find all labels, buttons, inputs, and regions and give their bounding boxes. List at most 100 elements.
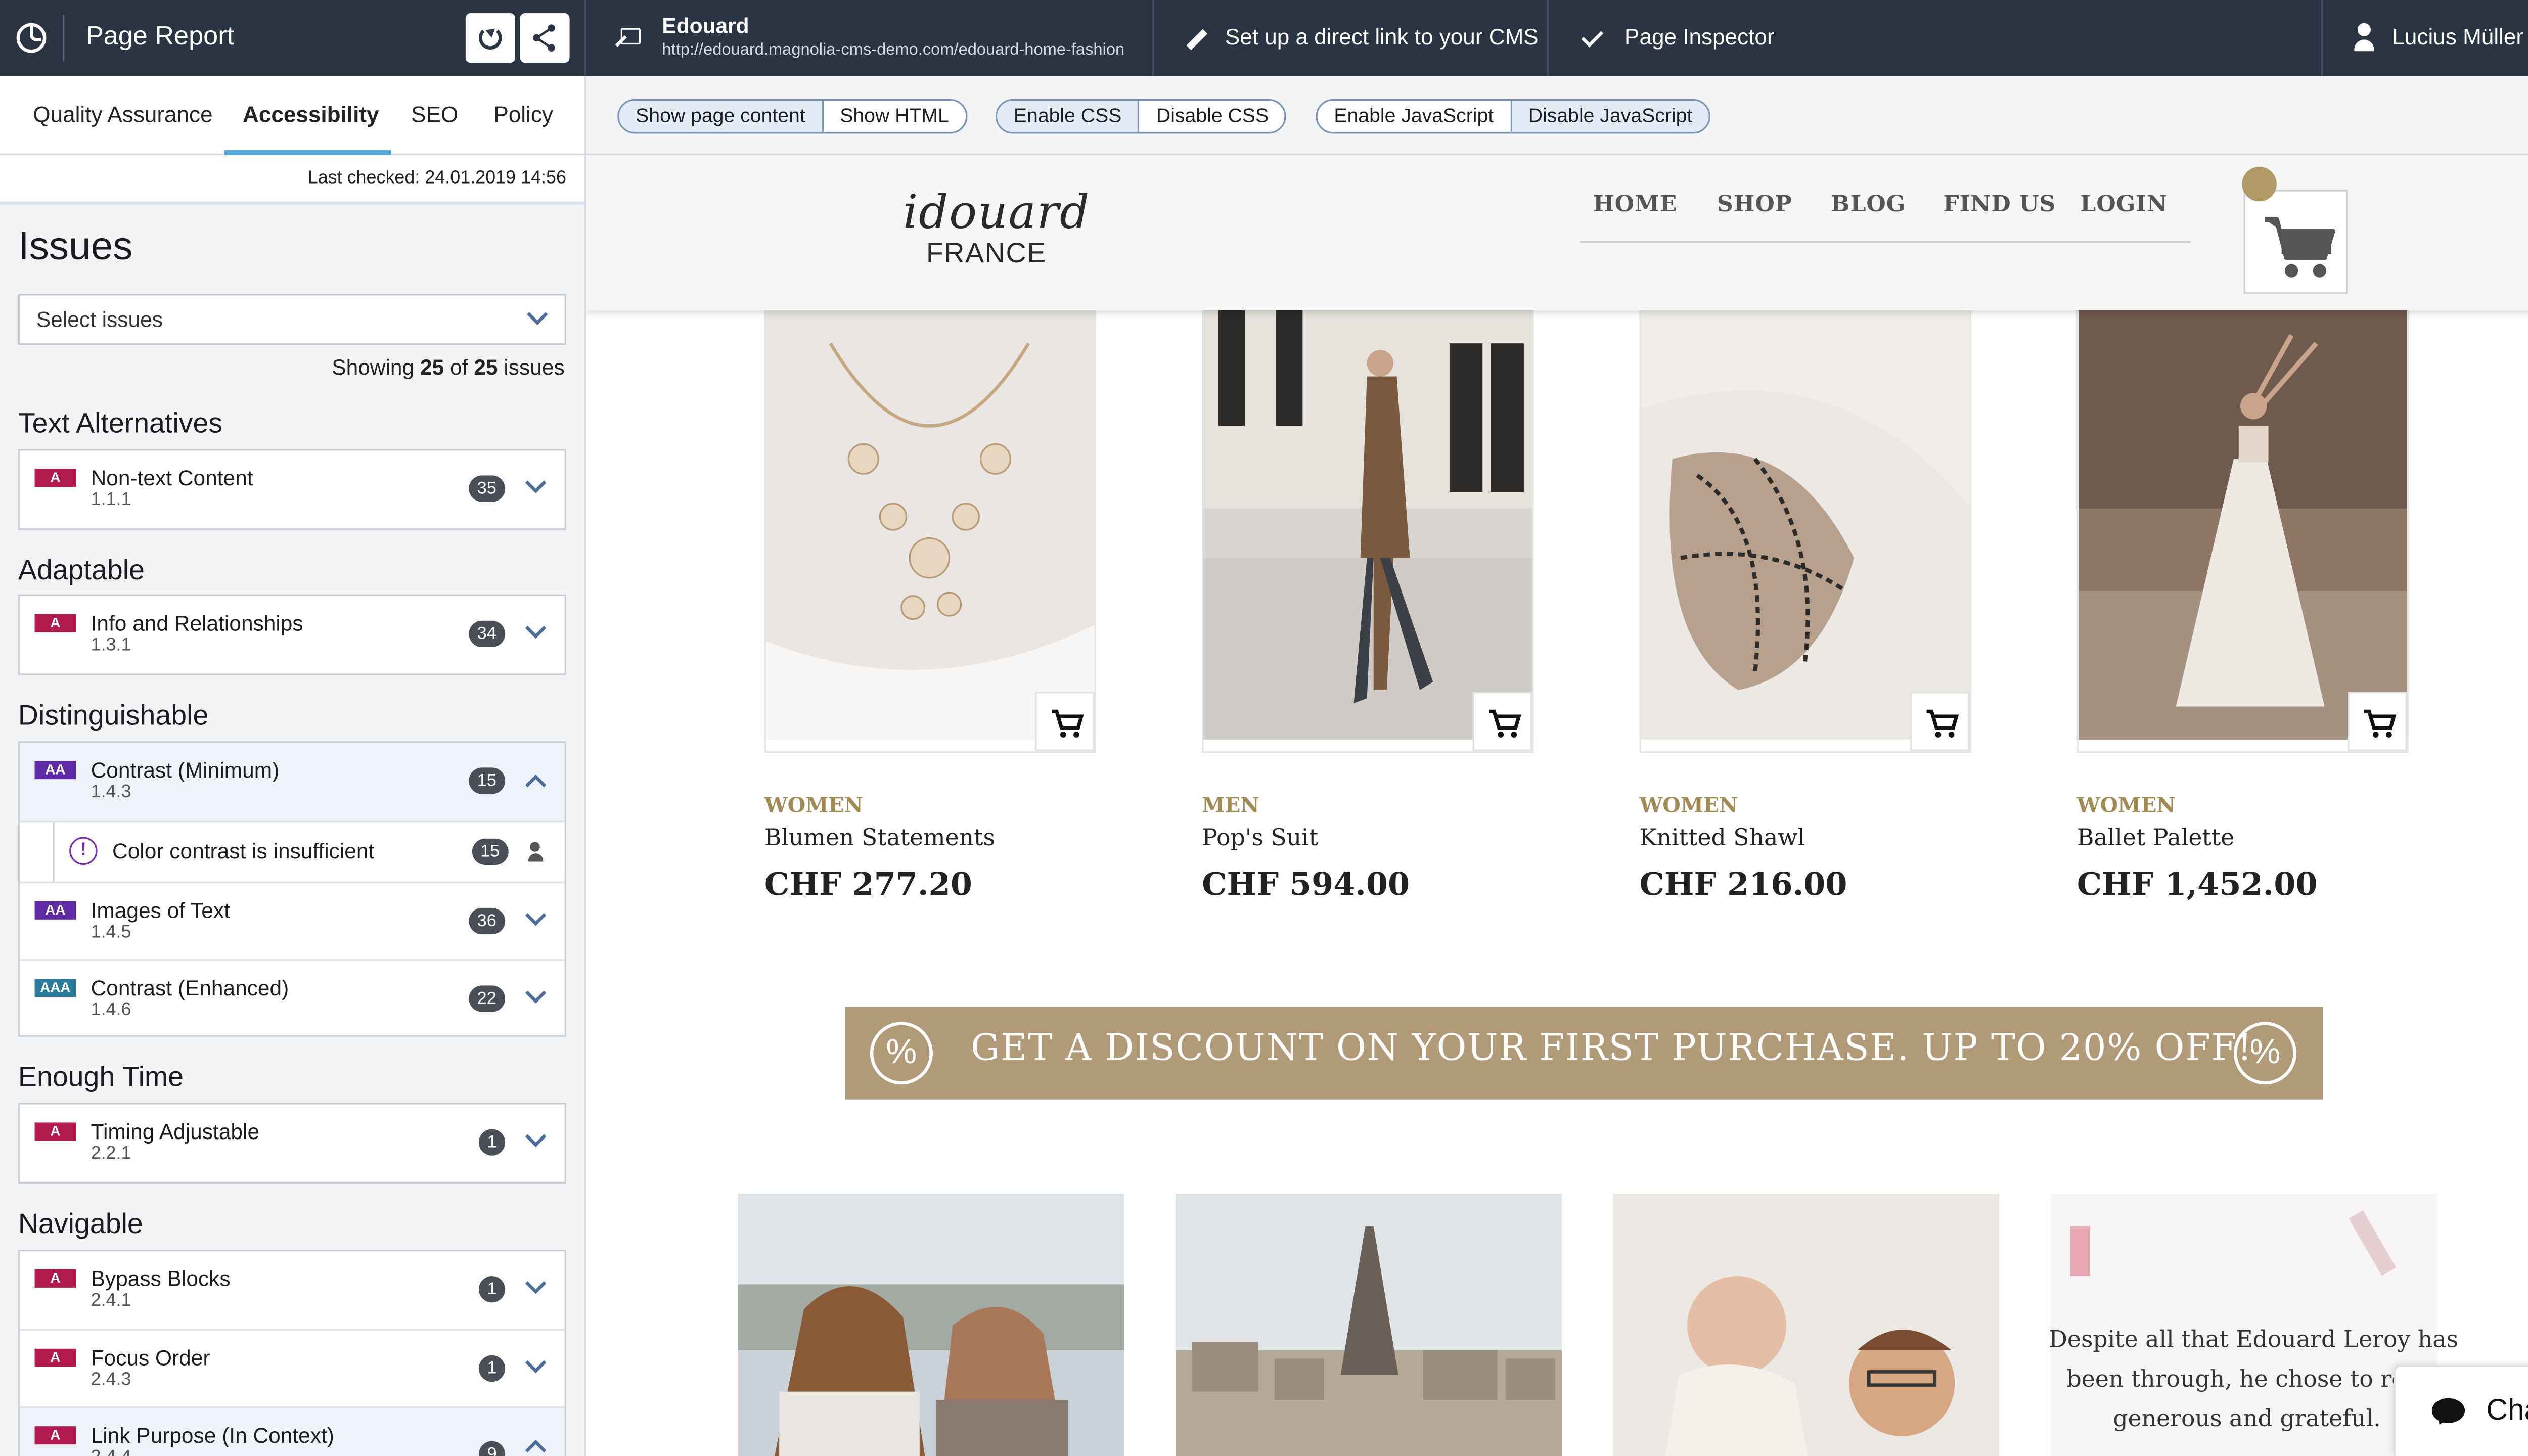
issue-row[interactable]: A Timing Adjustable 2.2.1 1 — [20, 1104, 565, 1181]
issue-row[interactable]: A Non-text Content 1.1.1 35 — [20, 450, 565, 528]
nav-blog[interactable]: BLOG — [1831, 192, 1906, 218]
level-badge: A — [34, 614, 76, 632]
level-badge: A — [34, 1122, 76, 1141]
share-button[interactable] — [520, 13, 570, 63]
chat-button[interactable]: Chat — [2394, 1365, 2528, 1456]
issue-card: AA Contrast (Minimum) 1.4.3 15 ! Color c… — [18, 741, 566, 1037]
app-logo-icon[interactable] — [16, 23, 47, 53]
issue-code: 1.4.6 — [91, 1000, 131, 1020]
chevron-down-icon[interactable] — [525, 1272, 547, 1294]
product-name[interactable]: Ballet Palette — [2077, 826, 2234, 852]
page-inspector-button[interactable]: Page Inspector — [1578, 0, 1810, 76]
issue-detail-row[interactable]: ! Color contrast is insufficient 15 — [20, 820, 565, 882]
story-image-paris[interactable] — [1175, 1193, 1562, 1456]
issue-title: Link Purpose (In Context) — [91, 1423, 334, 1448]
disable-css-button[interactable]: Disable CSS — [1138, 101, 1285, 132]
chevron-down-icon[interactable] — [525, 617, 547, 639]
percent-icon: % — [2233, 1022, 2297, 1085]
product-name[interactable]: Knitted Shawl — [1639, 826, 1805, 852]
count-badge: 22 — [469, 985, 505, 1012]
cart-icon — [1926, 709, 1959, 738]
issue-code: 2.4.3 — [91, 1370, 131, 1390]
tab-quality-assurance[interactable]: Quality Assurance — [33, 76, 212, 155]
product-name[interactable]: Blumen Statements — [764, 826, 995, 852]
issues-heading: Issues — [18, 224, 133, 269]
issue-code: 2.4.1 — [91, 1291, 131, 1311]
product-name[interactable]: Pop's Suit — [1202, 826, 1318, 852]
count-badge: 1 — [478, 1355, 506, 1382]
tab-policy[interactable]: Policy — [493, 76, 553, 155]
add-to-cart-button[interactable] — [1472, 692, 1532, 751]
add-to-cart-button[interactable] — [2348, 692, 2407, 751]
chevron-up-icon[interactable] — [525, 1439, 547, 1456]
nav-shop[interactable]: SHOP — [1717, 192, 1792, 218]
story-teaser: Despite all that Edouard Leroy has been … — [2049, 1321, 2458, 1439]
nav-underline — [1579, 241, 2191, 243]
brand-logo-subtitle[interactable]: FRANCE — [926, 238, 1047, 270]
nav-find-us[interactable]: FIND US — [1943, 192, 2056, 218]
assign-user-icon[interactable] — [528, 842, 548, 862]
issue-row[interactable]: AAA Contrast (Enhanced) 1.4.6 22 — [20, 959, 565, 1036]
tab-seo[interactable]: SEO — [411, 76, 458, 155]
issue-title: Timing Adjustable — [91, 1119, 260, 1144]
chevron-down-icon[interactable] — [525, 904, 547, 926]
level-badge: A — [34, 469, 76, 487]
product-category[interactable]: WOMEN — [764, 792, 863, 817]
nav-home[interactable]: HOME — [1593, 192, 1677, 218]
cms-link-button[interactable]: Set up a direct link to your CMS — [1182, 0, 1549, 76]
discount-banner[interactable]: % GET A DISCOUNT ON YOUR FIRST PURCHASE.… — [845, 1007, 2323, 1100]
page-preview: WOMEN Blumen Statements CHF 277.20 MEN P… — [586, 155, 2528, 1456]
story-image-family[interactable] — [1613, 1193, 2000, 1456]
report-panel: Quality Assurance Accessibility SEO Poli… — [0, 76, 586, 1456]
chevron-down-icon[interactable] — [525, 1352, 547, 1374]
show-page-content-button[interactable]: Show page content — [619, 101, 822, 132]
tab-accessibility[interactable]: Accessibility — [243, 76, 379, 155]
site-selector[interactable]: Edouard http://edouard.magnolia-cms-demo… — [586, 0, 1154, 76]
nav-login[interactable]: LOGIN — [2080, 192, 2168, 218]
brand-logo-script[interactable]: idouard — [903, 185, 1090, 240]
issue-row[interactable]: A Info and Relationships 1.3.1 34 — [20, 596, 565, 673]
shopping-cart-icon — [2265, 217, 2335, 278]
chevron-down-icon[interactable] — [525, 472, 547, 493]
site-header: idouard FRANCE HOME SHOP BLOG FIND US LO… — [586, 155, 2528, 310]
enable-javascript-button[interactable]: Enable JavaScript — [1318, 101, 1510, 132]
issues-count: Showing 25 of 25 issues — [332, 355, 564, 380]
javascript-toggle: Enable JavaScript Disable JavaScript — [1316, 99, 1711, 134]
story-line: generous and grateful. — [2113, 1406, 2381, 1433]
product-category[interactable]: MEN — [1202, 792, 1259, 817]
shopping-cart-button[interactable] — [2243, 190, 2348, 294]
category-heading: Adaptable — [18, 555, 145, 586]
chevron-down-icon[interactable] — [525, 982, 547, 1004]
chevron-down-icon[interactable] — [525, 1126, 547, 1147]
level-badge: AA — [34, 761, 76, 780]
chevron-up-icon[interactable] — [525, 774, 547, 796]
divider — [63, 15, 65, 61]
issue-title: Info and Relationships — [91, 611, 303, 636]
user-icon — [2354, 23, 2374, 53]
chat-label: Chat — [2486, 1393, 2528, 1427]
pencil-icon — [1186, 29, 1208, 51]
app-window: Page Report Edouard http://edouard.magno… — [0, 0, 2528, 1456]
tree-line — [53, 822, 55, 882]
issue-row[interactable]: A Bypass Blocks 2.4.1 1 — [20, 1251, 565, 1329]
add-to-cart-button[interactable] — [1910, 692, 1970, 751]
count-badge: 36 — [469, 907, 505, 935]
chat-bubble-icon — [2431, 1398, 2465, 1423]
user-menu[interactable]: Lucius Müller — [2321, 0, 2528, 76]
refresh-button[interactable] — [465, 13, 515, 63]
last-checked: Last checked: 24.01.2019 14:56 — [0, 155, 584, 205]
issue-row[interactable]: AA Images of Text 1.4.5 36 — [20, 881, 565, 959]
issue-code: 1.3.1 — [91, 635, 131, 656]
add-to-cart-button[interactable] — [1035, 692, 1095, 751]
shown-count: 25 — [420, 355, 444, 380]
story-image-women[interactable] — [738, 1193, 1124, 1456]
issue-row-expanded[interactable]: A Link Purpose (In Context) 2.4.4 9 — [20, 1406, 565, 1456]
disable-javascript-button[interactable]: Disable JavaScript — [1510, 101, 1709, 132]
issue-row-expanded[interactable]: AA Contrast (Minimum) 1.4.3 15 — [20, 743, 565, 821]
product-category[interactable]: WOMEN — [2077, 792, 2176, 817]
enable-css-button[interactable]: Enable CSS — [997, 101, 1139, 132]
show-html-button[interactable]: Show HTML — [822, 101, 965, 132]
select-issues-dropdown[interactable]: Select issues — [18, 294, 566, 345]
issue-row[interactable]: A Focus Order 2.4.3 1 — [20, 1329, 565, 1406]
product-category[interactable]: WOMEN — [1639, 792, 1738, 817]
